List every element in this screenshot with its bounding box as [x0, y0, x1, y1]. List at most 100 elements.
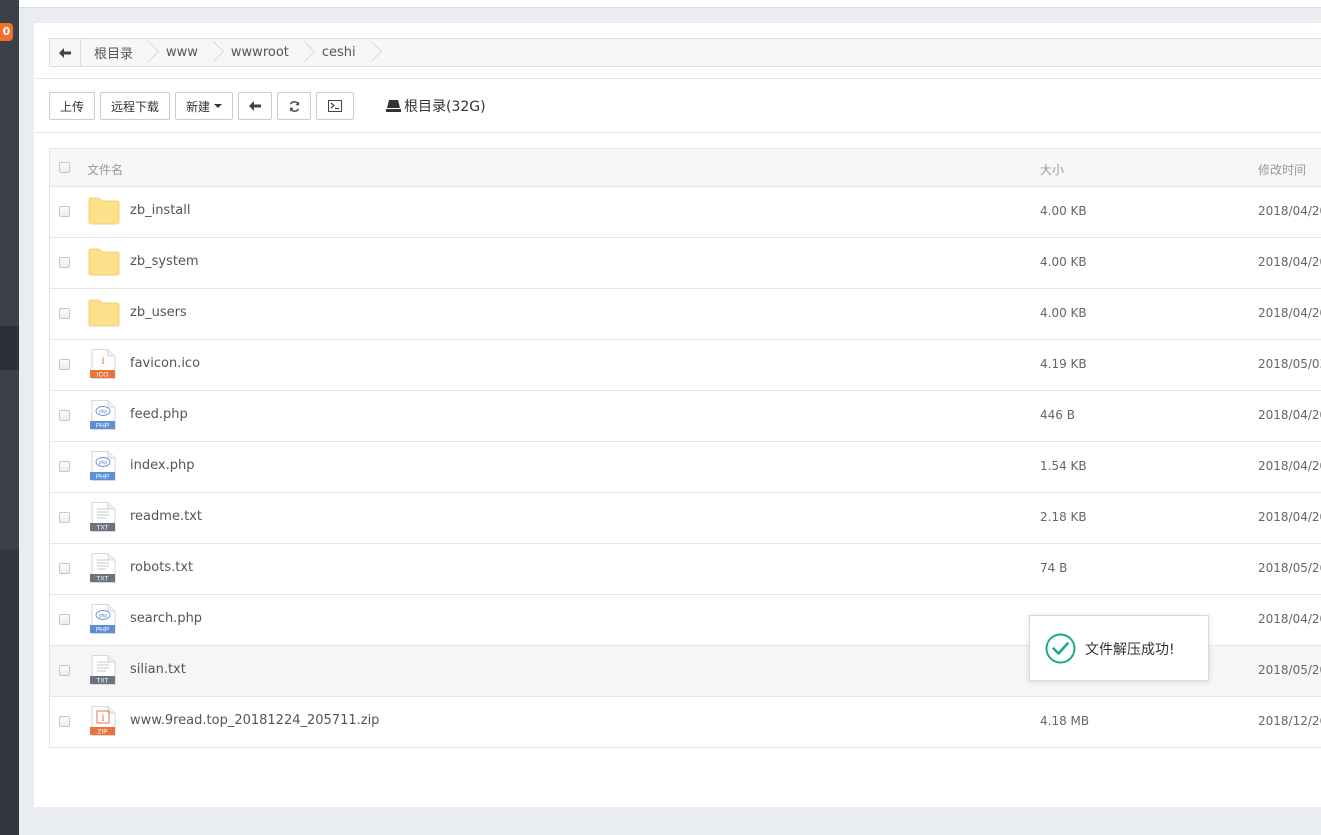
table-row[interactable]: php PHP index.php 1.54 KB 2018/04/20	[50, 442, 1321, 493]
svg-text:ICO: ICO	[97, 372, 109, 379]
svg-text:TXT: TXT	[96, 678, 108, 685]
header-name[interactable]: 文件名	[87, 161, 123, 178]
file-time: 2018/04/20	[1258, 306, 1321, 320]
file-name[interactable]: readme.txt	[130, 509, 202, 524]
table-row[interactable]: TXT robots.txt 74 B 2018/05/26	[50, 544, 1321, 595]
file-name[interactable]: silian.txt	[130, 662, 186, 677]
row-checkbox[interactable]	[59, 512, 70, 523]
row-checkbox[interactable]	[59, 206, 70, 217]
arrow-left-icon	[249, 101, 261, 111]
svg-text:TXT: TXT	[96, 525, 108, 532]
file-manager-panel: 根目录 www wwwroot ceshi 上传 远程下载 新建 根目录(32G…	[34, 23, 1321, 807]
file-name[interactable]: zb_users	[130, 305, 187, 320]
table-row[interactable]: TXT readme.txt 2.18 KB 2018/04/20	[50, 493, 1321, 544]
file-time: 2018/04/20	[1258, 612, 1321, 626]
top-bar	[0, 0, 1321, 8]
ico-file-icon: i ICO	[88, 349, 120, 379]
breadcrumb-label: wwwroot	[230, 45, 289, 60]
terminal-button[interactable]	[316, 92, 354, 120]
upload-button[interactable]: 上传	[49, 92, 95, 120]
hard-drive-icon	[386, 100, 401, 112]
file-size: 4.19 KB	[1040, 357, 1087, 371]
php-file-icon: php PHP	[88, 400, 120, 430]
file-time: 2018/04/20	[1258, 255, 1321, 269]
toolbar: 上传 远程下载 新建 根目录(32G)	[49, 91, 486, 121]
file-time: 2018/04/20	[1258, 204, 1321, 218]
file-name[interactable]: zb_system	[130, 254, 199, 269]
breadcrumb-item[interactable]: 根目录	[81, 39, 159, 66]
file-size: 1.54 KB	[1040, 459, 1087, 473]
txt-file-icon: TXT	[88, 655, 120, 685]
table-row[interactable]: zb_system 4.00 KB 2018/04/20	[50, 238, 1321, 289]
row-checkbox[interactable]	[59, 257, 70, 268]
file-size: 446 B	[1040, 408, 1075, 422]
remote-download-button[interactable]: 远程下载	[100, 92, 170, 120]
file-name[interactable]: feed.php	[130, 407, 188, 422]
refresh-button[interactable]	[277, 92, 311, 120]
new-button[interactable]: 新建	[175, 92, 233, 120]
row-checkbox[interactable]	[59, 359, 70, 370]
svg-text:php: php	[99, 409, 108, 415]
file-name[interactable]: search.php	[130, 611, 202, 626]
file-time: 2018/04/20	[1258, 408, 1321, 422]
file-size: 4.18 MB	[1040, 714, 1090, 728]
table-row[interactable]: i ZIP www.9read.top_20181224_205711.zip 4.1…	[50, 697, 1321, 747]
breadcrumb: 根目录 www wwwroot ceshi	[49, 38, 1321, 67]
file-name[interactable]: robots.txt	[130, 560, 193, 575]
disk-label: 根目录(32G)	[404, 99, 486, 115]
divider	[34, 132, 1321, 133]
breadcrumb-label: ceshi	[321, 45, 356, 60]
svg-text:PHP: PHP	[96, 474, 109, 481]
terminal-icon	[328, 100, 342, 112]
breadcrumb-item[interactable]: wwwroot	[218, 39, 315, 66]
file-time: 2018/12/26	[1258, 714, 1321, 728]
back-button[interactable]	[238, 92, 272, 120]
file-name[interactable]: zb_install	[130, 203, 191, 218]
svg-text:TXT: TXT	[96, 576, 108, 583]
file-size: 2.18 KB	[1040, 510, 1087, 524]
file-name[interactable]: favicon.ico	[130, 356, 200, 371]
breadcrumb-item[interactable]: ceshi	[309, 39, 382, 66]
header-time[interactable]: 修改时间	[1258, 161, 1306, 178]
refresh-icon	[289, 100, 299, 112]
breadcrumb-label: 根目录	[94, 47, 134, 62]
row-checkbox[interactable]	[59, 410, 70, 421]
new-button-label: 新建	[186, 99, 211, 114]
row-checkbox[interactable]	[59, 461, 70, 472]
file-time: 2018/05/03	[1258, 357, 1321, 371]
file-time: 2018/05/26	[1258, 561, 1321, 575]
table-row[interactable]: i ICO favicon.ico 4.19 KB 2018/05/03	[50, 340, 1321, 391]
txt-file-icon: TXT	[88, 553, 120, 583]
row-checkbox[interactable]	[59, 614, 70, 625]
select-all-checkbox[interactable]	[59, 162, 70, 173]
file-time: 2018/04/20	[1258, 459, 1321, 473]
file-size: 74 B	[1040, 561, 1068, 575]
row-checkbox[interactable]	[59, 716, 70, 727]
row-checkbox[interactable]	[59, 563, 70, 574]
header-size[interactable]: 大小	[1040, 161, 1064, 178]
svg-text:PHP: PHP	[96, 627, 109, 634]
row-checkbox[interactable]	[59, 308, 70, 319]
table-row[interactable]: zb_install 4.00 KB 2018/04/20	[50, 187, 1321, 238]
breadcrumb-item[interactable]: www	[153, 39, 224, 66]
breadcrumb-label: www	[166, 45, 198, 60]
zip-file-icon: i ZIP	[88, 706, 120, 736]
table-header: 文件名 大小 修改时间	[50, 149, 1321, 187]
file-time: 2018/04/20	[1258, 510, 1321, 524]
sidebar-lower-section	[0, 550, 19, 835]
breadcrumb-back-button[interactable]	[50, 39, 81, 66]
file-name[interactable]: index.php	[130, 458, 194, 473]
svg-text:ZIP: ZIP	[97, 729, 107, 736]
notification-badge[interactable]: 0	[0, 23, 13, 41]
row-checkbox[interactable]	[59, 665, 70, 676]
success-toast: 文件解压成功!	[1029, 615, 1209, 681]
table-row[interactable]: zb_users 4.00 KB 2018/04/20	[50, 289, 1321, 340]
disk-info: 根目录(32G)	[386, 96, 486, 116]
file-name[interactable]: www.9read.top_20181224_205711.zip	[130, 713, 379, 728]
table-row[interactable]: php PHP feed.php 446 B 2018/04/20	[50, 391, 1321, 442]
sidebar-active-item[interactable]	[0, 326, 19, 370]
txt-file-icon: TXT	[88, 502, 120, 532]
php-file-icon: php PHP	[88, 604, 120, 634]
check-circle-icon	[1045, 633, 1076, 664]
folder-icon	[88, 196, 120, 226]
